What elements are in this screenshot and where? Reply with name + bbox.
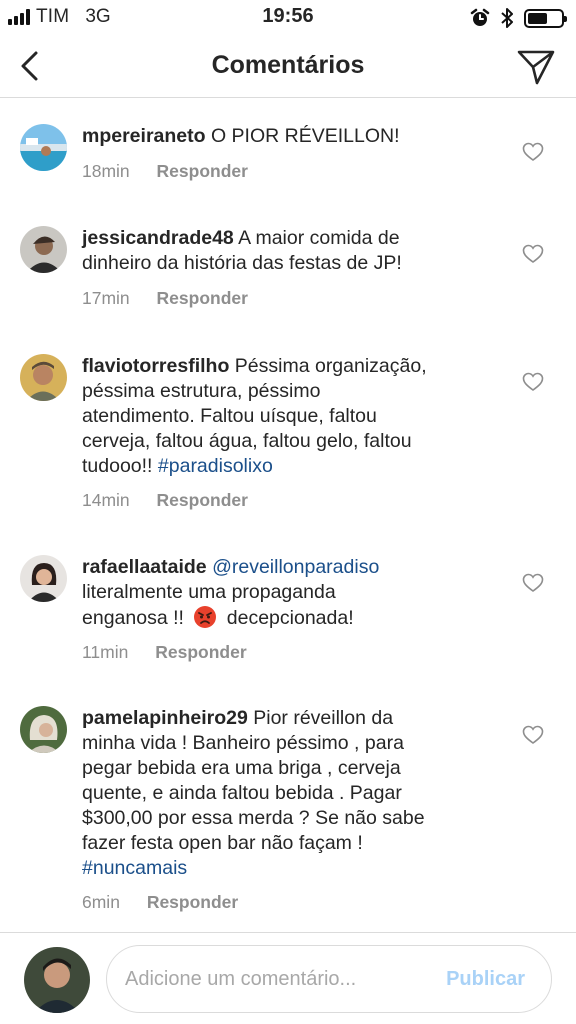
comment-text: rafaellaataide @reveillonparadiso litera… — [82, 555, 492, 631]
comment-meta: 17min Responder — [82, 288, 248, 309]
avatar[interactable] — [20, 555, 67, 602]
comment-line: enganosa !! — [82, 607, 184, 629]
heart-icon[interactable] — [522, 244, 544, 264]
comment-line: O PIOR RÉVEILLON! — [210, 125, 400, 147]
comment-composer: Adicione um comentário... Publicar — [0, 932, 576, 1024]
avatar[interactable] — [20, 706, 67, 753]
comment-text: flaviotorresfilho Péssima organização, p… — [82, 354, 492, 479]
comment-time: 18min — [82, 161, 130, 181]
comment-meta: 14min Responder — [82, 490, 248, 511]
comment-input-placeholder: Adicione um comentário... — [125, 968, 357, 990]
comment-time: 6min — [82, 892, 120, 912]
bluetooth-icon — [501, 8, 513, 28]
comment-line: fazer festa open bar não façam ! — [82, 832, 363, 854]
avatar — [24, 947, 90, 1013]
reply-button[interactable]: Responder — [157, 490, 248, 511]
angry-face-emoji — [194, 606, 217, 628]
publish-button[interactable]: Publicar — [446, 968, 525, 991]
heart-icon[interactable] — [522, 725, 544, 745]
comment-username[interactable]: rafaellaataide — [82, 556, 207, 578]
comment-text: pamelapinheiro29 Pior réveillon da minha… — [82, 706, 492, 881]
comment-text: mpereiraneto O PIOR RÉVEILLON! — [82, 124, 492, 149]
comment-line: Péssima organização, — [234, 355, 427, 377]
battery-level — [528, 12, 548, 24]
reply-button[interactable]: Responder — [157, 161, 248, 182]
comment-time: 11min — [82, 642, 129, 662]
avatar[interactable] — [20, 354, 67, 401]
reply-button[interactable]: Responder — [155, 642, 246, 663]
status-right — [470, 7, 567, 29]
alarm-icon — [470, 8, 490, 26]
comment-username[interactable]: flaviotorresfilho — [82, 355, 229, 377]
heart-icon[interactable] — [522, 573, 544, 593]
mention-link[interactable]: @reveillonparadiso — [212, 556, 379, 578]
comment-line: Pior réveillon da — [253, 707, 394, 729]
comment-time: 17min — [82, 288, 130, 308]
comment-line: quente, e ainda faltou bebida . Pagar — [82, 782, 402, 804]
comment-line: minha vida ! Banheiro péssimo , para — [82, 732, 404, 754]
comment-input[interactable]: Adicione um comentário... Publicar — [106, 945, 552, 1013]
comment-line: atendimento. Faltou uísque, faltou — [82, 405, 377, 427]
status-bar: TIM 3G 19:56 — [0, 0, 576, 34]
comment-time: 14min — [82, 490, 130, 510]
comment-text: jessicandrade48 A maior comida de dinhei… — [82, 226, 492, 276]
comment-line: dinheiro da história das festas de JP! — [82, 252, 402, 274]
comment-meta: 6min Responder — [82, 892, 238, 913]
comment-line: pegar bebida era uma briga , cerveja — [82, 757, 401, 779]
comment-meta: 11min Responder — [82, 642, 247, 663]
comment-line: tudooo!! — [82, 455, 153, 477]
comment-line: literalmente uma propaganda — [82, 581, 336, 603]
comment-username[interactable]: mpereiraneto — [82, 125, 206, 147]
paper-plane-icon[interactable] — [516, 48, 556, 86]
comment-line: A maior comida de — [238, 227, 400, 249]
comment-meta: 18min Responder — [82, 161, 248, 182]
avatar[interactable] — [20, 226, 67, 273]
comment-line: péssima estrutura, péssimo — [82, 380, 321, 402]
comment-username[interactable]: jessicandrade48 — [82, 227, 234, 249]
comment-line: decepcionada! — [226, 607, 354, 629]
battery-icon — [524, 8, 567, 28]
hashtag-link[interactable]: #nuncamais — [82, 857, 187, 879]
avatar[interactable] — [20, 124, 67, 171]
reply-button[interactable]: Responder — [157, 288, 248, 309]
heart-icon[interactable] — [522, 372, 544, 392]
comment-line: cerveja, faltou água, faltou gelo, falto… — [82, 430, 412, 452]
heart-icon[interactable] — [522, 142, 544, 162]
page-title: Comentários — [211, 51, 365, 79]
reply-button[interactable]: Responder — [147, 892, 238, 913]
hashtag-link[interactable]: #paradisolixo — [158, 455, 273, 477]
comment-line: $300,00 por essa merda ? Se não sabe — [82, 807, 425, 829]
header: Comentários — [0, 34, 576, 98]
comment-username[interactable]: pamelapinheiro29 — [82, 707, 248, 729]
